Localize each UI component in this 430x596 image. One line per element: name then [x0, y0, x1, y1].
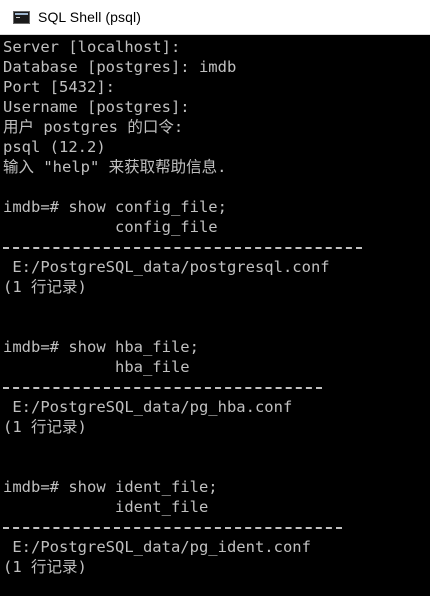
result-column-header: config_file — [3, 218, 218, 236]
title-bar[interactable]: SQL Shell (psql) — [0, 0, 430, 35]
console-line: Port [5432]: — [3, 78, 115, 96]
result-value: E:/PostgreSQL_data/pg_ident.conf — [3, 538, 311, 556]
separator-dashes — [3, 527, 342, 529]
row-count-line: (1 行记录) — [3, 278, 87, 296]
console-icon — [13, 10, 30, 24]
sql-shell-window: SQL Shell (psql) Server [localhost]: Data… — [0, 0, 430, 596]
console-line: Username [postgres]: — [3, 98, 190, 116]
result-separator — [3, 517, 427, 537]
result-column-header: hba_file — [3, 358, 190, 376]
console-output[interactable]: Server [localhost]: Database [postgres]: … — [3, 37, 427, 593]
separator-dashes — [3, 387, 322, 389]
result-column-header: ident_file — [3, 498, 209, 516]
command-prompt-line: imdb=# show ident_file; — [3, 478, 218, 496]
console-line: 输入 "help" 来获取帮助信息. — [3, 158, 227, 176]
result-separator — [3, 377, 427, 397]
console-line: Server [localhost]: — [3, 38, 181, 56]
console-line: 用户 postgres 的口令: — [3, 118, 184, 136]
result-separator — [3, 237, 427, 257]
command-prompt-line: imdb=# show config_file; — [3, 198, 227, 216]
separator-dashes — [3, 247, 362, 249]
window-title: SQL Shell (psql) — [38, 9, 142, 25]
result-value: E:/PostgreSQL_data/pg_hba.conf — [3, 398, 293, 416]
row-count-line: (1 行记录) — [3, 418, 87, 436]
row-count-line: (1 行记录) — [3, 558, 87, 576]
console-line: psql (12.2) — [3, 138, 106, 156]
result-value: E:/PostgreSQL_data/postgresql.conf — [3, 258, 330, 276]
command-prompt-line: imdb=# show hba_file; — [3, 338, 199, 356]
console-line: Database [postgres]: imdb — [3, 58, 237, 76]
